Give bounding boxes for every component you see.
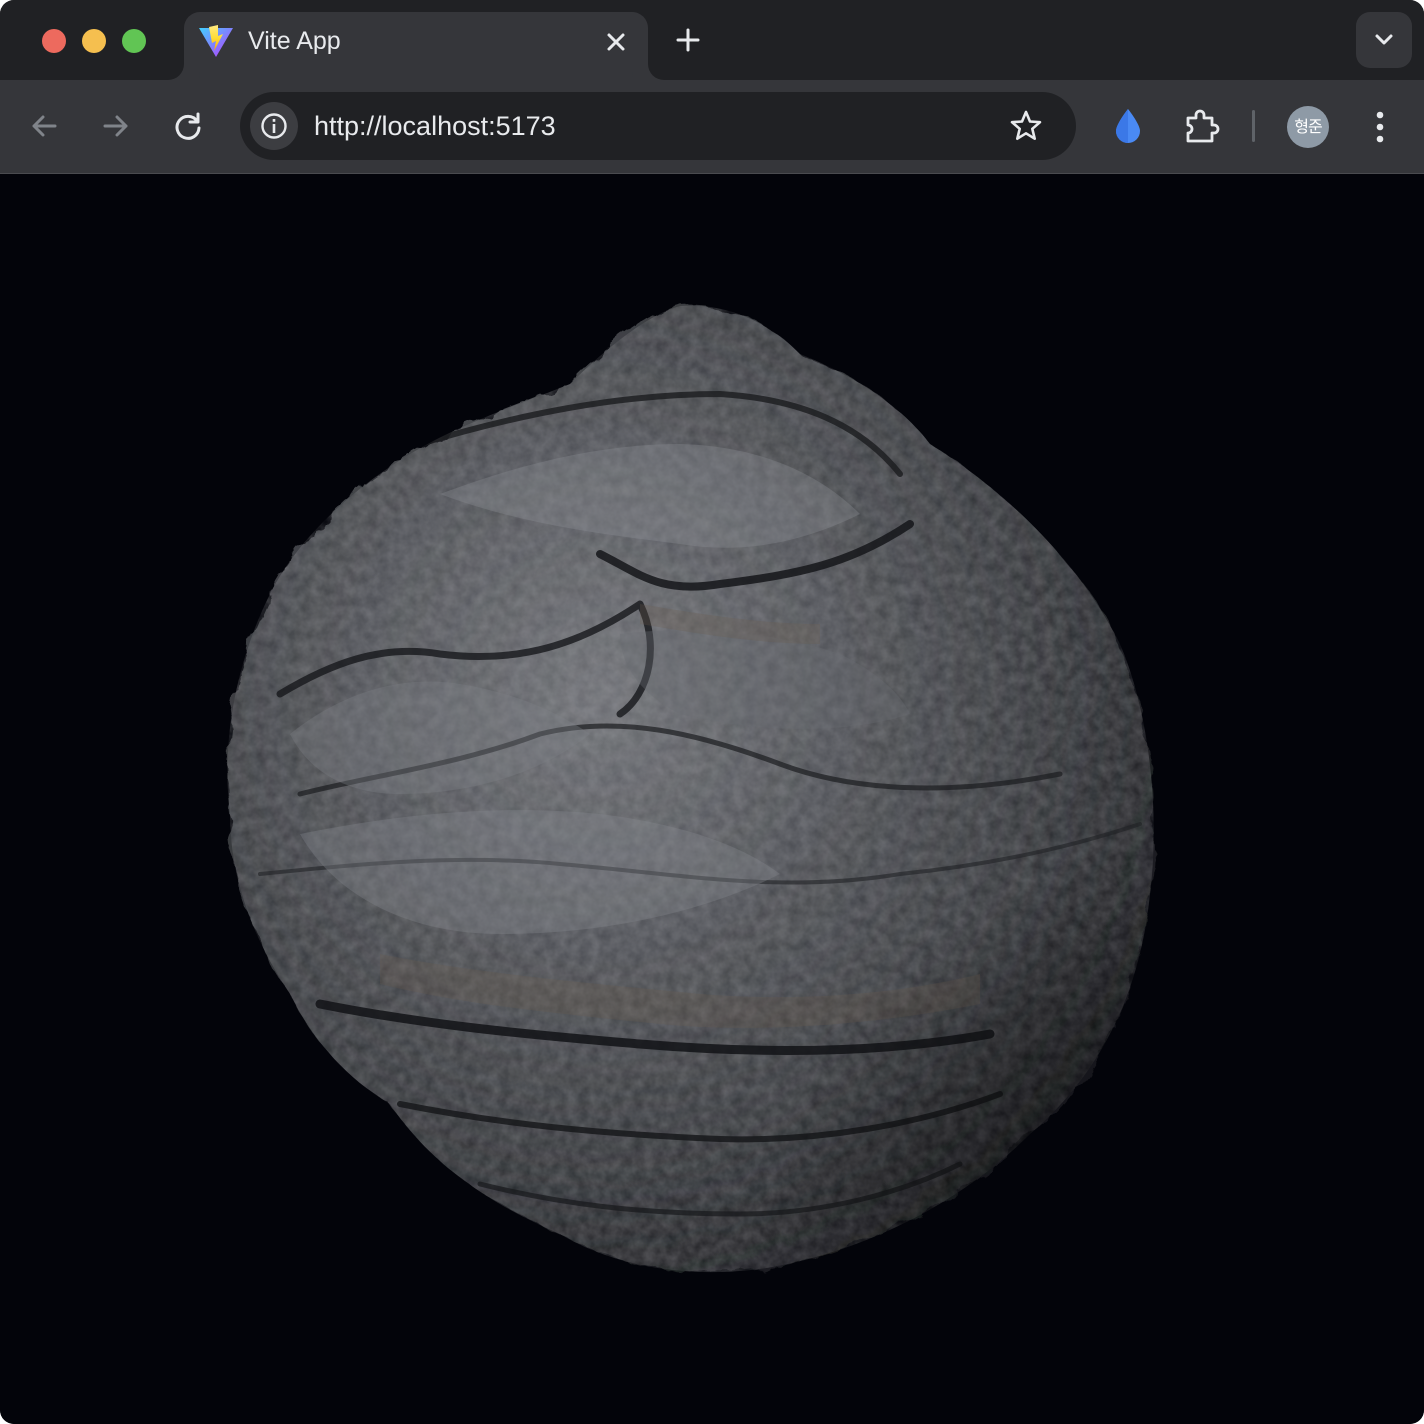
toolbar: http://localhost:5173 형준 <box>0 80 1424 173</box>
droplet-extension-icon[interactable] <box>1110 104 1146 148</box>
page-viewport[interactable] <box>0 173 1424 1424</box>
toolbar-separator <box>1252 110 1255 142</box>
reload-button[interactable] <box>168 106 208 146</box>
tab-search-button[interactable] <box>1356 12 1412 68</box>
address-bar[interactable]: http://localhost:5173 <box>240 92 1076 160</box>
back-button[interactable] <box>24 106 64 146</box>
arrow-right-icon <box>103 115 128 137</box>
tab-title: Vite App <box>248 27 341 55</box>
tab-strip: Vite App <box>0 0 1424 80</box>
vite-logo-icon <box>199 25 233 57</box>
chevron-down-icon <box>1375 34 1393 45</box>
browser-window: Vite App http://localhost:5173 형준 <box>0 0 1424 1424</box>
kebab-menu-icon[interactable] <box>1362 106 1398 148</box>
maximize-window-button[interactable] <box>122 29 146 53</box>
profile-avatar[interactable]: 형준 <box>1287 106 1329 148</box>
arrow-left-icon <box>32 115 57 137</box>
extensions-puzzle-icon[interactable] <box>1180 106 1222 148</box>
close-window-button[interactable] <box>42 29 66 53</box>
rock-3d-render[interactable] <box>0 174 1424 1424</box>
reload-icon <box>175 112 201 140</box>
new-tab-icon[interactable] <box>670 22 706 58</box>
tab-active[interactable]: Vite App <box>184 12 648 80</box>
url-text[interactable]: http://localhost:5173 <box>314 110 556 142</box>
site-info-button[interactable] <box>250 102 298 150</box>
minimize-window-button[interactable] <box>82 29 106 53</box>
close-icon[interactable] <box>600 26 632 58</box>
forward-button[interactable] <box>96 106 136 146</box>
info-icon <box>261 113 287 139</box>
bookmark-star-icon[interactable] <box>1008 108 1044 144</box>
